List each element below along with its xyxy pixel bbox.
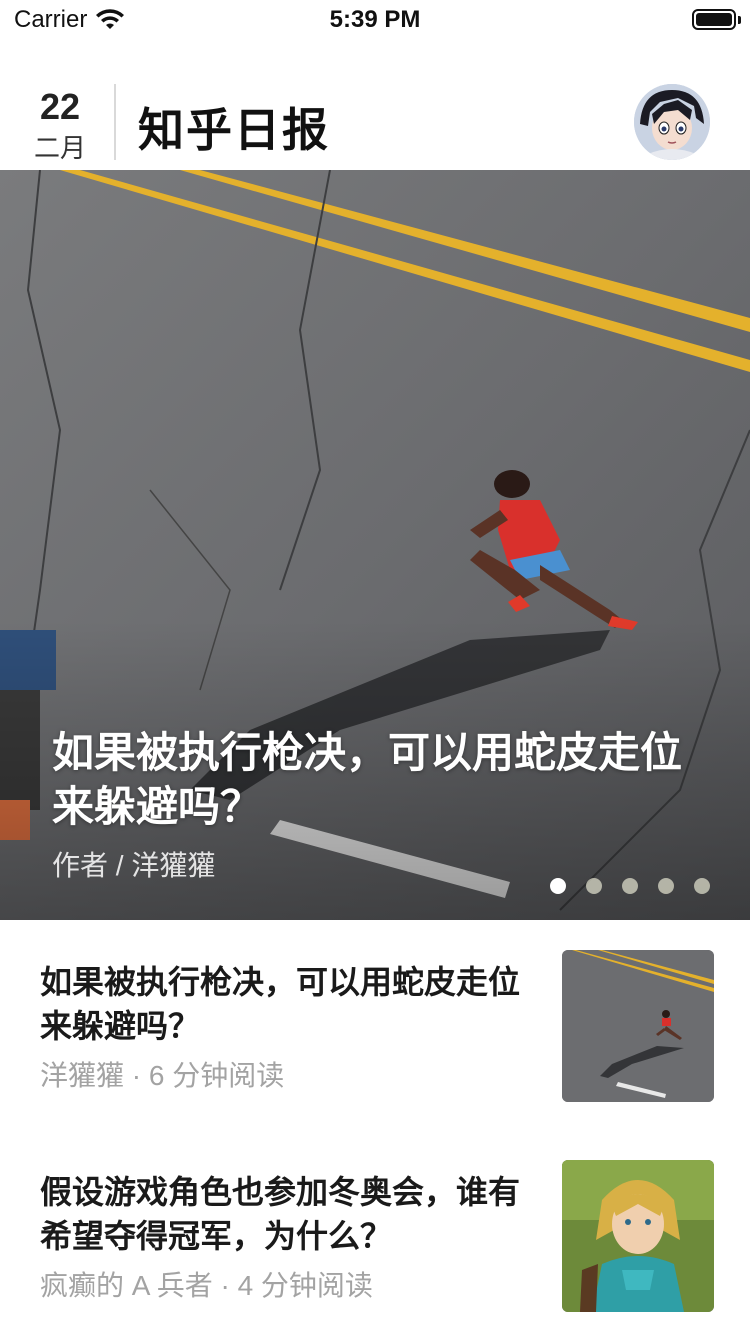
page-dot[interactable] [586, 878, 602, 894]
hero-author: 作者 / 洋獾獾 [52, 850, 216, 881]
user-avatar[interactable] [634, 84, 710, 160]
app-title: 知乎日报 [138, 104, 330, 156]
list-item[interactable]: 如果被执行枪决，可以用蛇皮走位来躲避吗？ 洋獾獾 · 6 分钟阅读 [0, 950, 750, 1140]
story-title: 如果被执行枪决，可以用蛇皮走位来躲避吗？ [40, 964, 521, 1044]
header-divider [114, 84, 116, 160]
page-dot[interactable] [622, 878, 638, 894]
battery-tip [738, 16, 741, 24]
avatar-image [634, 84, 710, 160]
page-dot[interactable] [658, 878, 674, 894]
story-thumbnail [562, 950, 714, 1102]
page-indicator[interactable] [550, 878, 710, 894]
hero-banner[interactable]: 如果被执行枪决，可以用蛇皮走位来躲避吗？ 作者 / 洋獾獾 [0, 170, 750, 920]
date-month: 二月 [33, 133, 86, 163]
battery-icon [692, 9, 736, 30]
status-time: 5:39 PM [329, 6, 421, 33]
story-title: 假设游戏角色也参加冬奥会，谁有希望夺得冠军，为什么？ [40, 1174, 521, 1254]
hero-title: 如果被执行枪决，可以用蛇皮走位来躲避吗？ [52, 729, 683, 830]
story-meta: 洋獾獾 · 6 分钟阅读 [40, 1060, 285, 1091]
list-item[interactable]: 假设游戏角色也参加冬奥会，谁有希望夺得冠军，为什么？ 疯癫的 A 兵者 · 4 … [0, 1160, 750, 1334]
app-header: 22 二月 知乎日报 [0, 80, 750, 170]
page-dot[interactable] [550, 878, 566, 894]
date-day: 22 [39, 86, 81, 127]
status-bar: Carrier 5:39 PM [0, 0, 750, 40]
page-dot[interactable] [694, 878, 710, 894]
story-meta: 疯癫的 A 兵者 · 4 分钟阅读 [40, 1270, 373, 1301]
story-thumbnail [562, 1160, 714, 1312]
